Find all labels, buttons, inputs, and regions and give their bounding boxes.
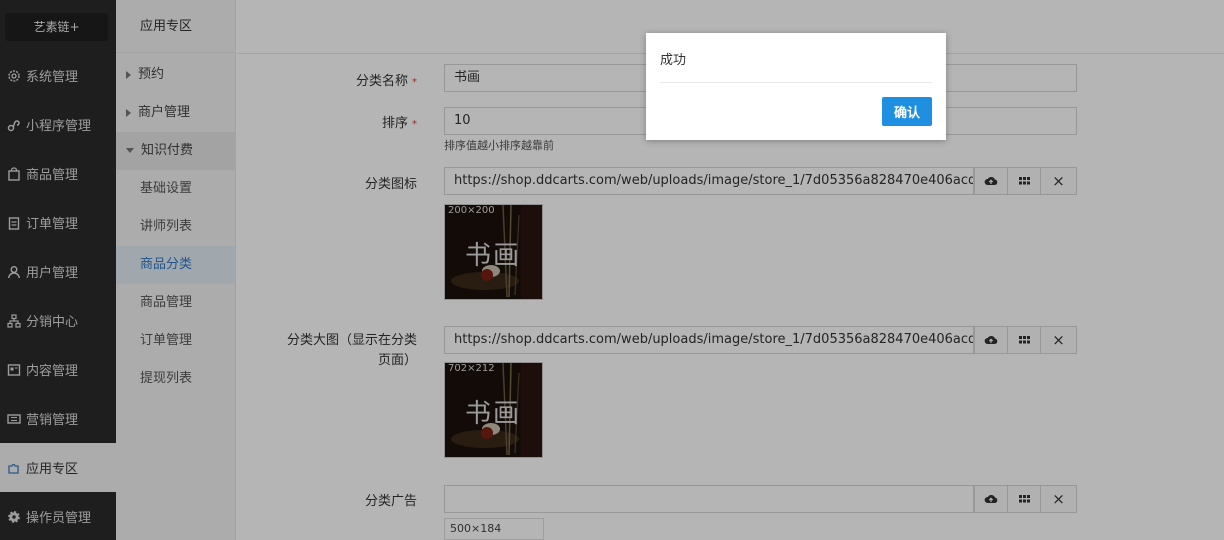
dialog-message: 成功 [660, 53, 687, 68]
success-dialog: 成功 确认 [646, 33, 946, 140]
modal-overlay[interactable] [0, 0, 1224, 540]
dialog-divider [660, 82, 932, 83]
confirm-button[interactable]: 确认 [882, 97, 932, 126]
